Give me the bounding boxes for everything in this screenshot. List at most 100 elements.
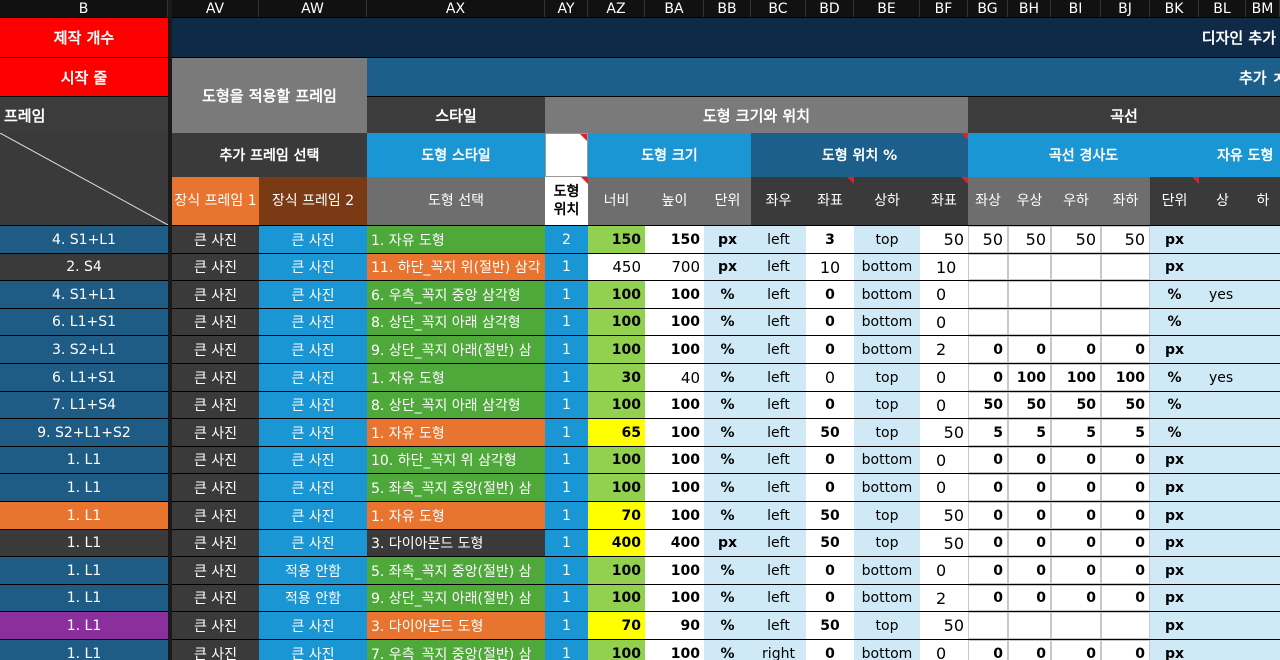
deco-frame-1-cell[interactable]: 큰 사진 <box>172 336 259 363</box>
tb-cell[interactable]: top <box>854 612 920 639</box>
column-header-AX[interactable]: AX <box>367 0 545 17</box>
deco-frame-2-cell[interactable]: 큰 사진 <box>259 640 367 660</box>
curve-tr-cell[interactable]: 0 <box>1008 336 1051 363</box>
shape-position-cell[interactable]: 1 <box>545 364 588 391</box>
curve-tl-cell[interactable]: 50 <box>968 226 1008 253</box>
up-cell[interactable] <box>1199 640 1246 660</box>
lr-coord-header[interactable]: 좌표 <box>806 177 854 225</box>
bottom-left-header[interactable]: 좌하 <box>1101 177 1150 225</box>
curve-unit-cell[interactable]: px <box>1150 447 1199 473</box>
tb-coord-cell[interactable]: 0 <box>920 281 968 308</box>
curve-unit-cell[interactable]: px <box>1150 502 1199 529</box>
curve-tl-cell[interactable]: 0 <box>968 585 1008 611</box>
down-cell[interactable] <box>1246 364 1280 391</box>
height-cell[interactable]: 100 <box>645 447 704 473</box>
column-header-AW[interactable]: AW <box>259 0 367 17</box>
curve-tl-cell[interactable]: 0 <box>968 336 1008 363</box>
curve-bl-cell[interactable]: 0 <box>1101 447 1150 473</box>
up-cell[interactable] <box>1199 419 1246 446</box>
curve-bl-cell[interactable]: 0 <box>1101 585 1150 611</box>
shape-position-cell[interactable]: 1 <box>545 392 588 418</box>
shape-select-cell[interactable]: 7. 우측_꼭지 중앙(절반) 삼 <box>367 640 545 660</box>
curve-tr-cell[interactable]: 100 <box>1008 364 1051 391</box>
column-header-BB[interactable]: BB <box>704 0 751 17</box>
top-left-header[interactable]: 좌상 <box>968 177 1008 225</box>
shape-position-cell[interactable]: 1 <box>545 309 588 335</box>
column-header-BH[interactable]: BH <box>1008 0 1051 17</box>
up-cell[interactable]: yes <box>1199 364 1246 391</box>
lr-cell[interactable]: left <box>751 254 806 280</box>
tb-cell[interactable]: top <box>854 226 920 253</box>
shape-select-cell[interactable]: 11. 하단_꼭지 위(절반) 삼각 <box>367 254 545 280</box>
unit-cell[interactable]: % <box>704 612 751 639</box>
unit-cell[interactable]: px <box>704 254 751 280</box>
shape-select-cell[interactable]: 8. 상단_꼭지 아래 삼각형 <box>367 392 545 418</box>
frame-cell[interactable]: 1. L1 <box>0 502 168 529</box>
curve-tr-cell[interactable]: 0 <box>1008 530 1051 556</box>
curve-bl-cell[interactable]: 5 <box>1101 419 1150 446</box>
frame-cell[interactable]: 1. L1 <box>0 557 168 584</box>
curve-br-cell[interactable]: 0 <box>1051 474 1101 501</box>
deco-frame-2-cell[interactable]: 큰 사진 <box>259 612 367 639</box>
curve-tr-cell[interactable] <box>1008 254 1051 280</box>
curve-tr-cell[interactable]: 0 <box>1008 447 1051 473</box>
tb-coord-cell[interactable]: 50 <box>920 612 968 639</box>
curve-br-cell[interactable]: 0 <box>1051 640 1101 660</box>
curve-tr-cell[interactable]: 0 <box>1008 474 1051 501</box>
column-header-BK[interactable]: BK <box>1150 0 1199 17</box>
curve-br-cell[interactable]: 5 <box>1051 419 1101 446</box>
start-row-label[interactable]: 시작 줄 <box>0 58 168 96</box>
curve-bl-cell[interactable]: 0 <box>1101 530 1150 556</box>
down-cell[interactable] <box>1246 281 1280 308</box>
curve-tr-cell[interactable] <box>1008 281 1051 308</box>
deco-frame-1-cell[interactable]: 큰 사진 <box>172 447 259 473</box>
curve-slope-header[interactable]: 곡선 경사도 <box>968 133 1199 177</box>
up-header[interactable]: 상 <box>1199 177 1246 225</box>
shape-size-header[interactable]: 도형 크기 <box>588 133 751 177</box>
shape-position-cell[interactable]: 1 <box>545 640 588 660</box>
curve-tl-cell[interactable]: 5 <box>968 419 1008 446</box>
unit-cell[interactable]: % <box>704 585 751 611</box>
frame-cell[interactable]: 4. S1+L1 <box>0 281 168 308</box>
curve-br-cell[interactable] <box>1051 281 1101 308</box>
width-cell[interactable]: 70 <box>588 502 645 529</box>
width-cell[interactable]: 65 <box>588 419 645 446</box>
deco-frame-1-cell[interactable]: 큰 사진 <box>172 557 259 584</box>
tb-cell[interactable]: top <box>854 392 920 418</box>
height-cell[interactable]: 100 <box>645 309 704 335</box>
unit-cell[interactable]: % <box>704 309 751 335</box>
curve-br-cell[interactable]: 0 <box>1051 585 1101 611</box>
shape-select-cell[interactable]: 3. 다이아몬드 도형 <box>367 530 545 556</box>
curve-tr-cell[interactable]: 5 <box>1008 419 1051 446</box>
lr-coord-cell[interactable]: 0 <box>806 392 854 418</box>
unit-cell[interactable]: % <box>704 281 751 308</box>
down-cell[interactable] <box>1246 474 1280 501</box>
width-header[interactable]: 너비 <box>588 177 645 225</box>
deco-frame-2-cell[interactable]: 큰 사진 <box>259 364 367 391</box>
curve-tl-cell[interactable] <box>968 254 1008 280</box>
column-header-B[interactable]: B <box>0 0 168 17</box>
height-cell[interactable]: 400 <box>645 530 704 556</box>
curve-br-cell[interactable]: 0 <box>1051 336 1101 363</box>
shape-select-cell[interactable]: 9. 상단_꼭지 아래(절반) 삼 <box>367 336 545 363</box>
lr-coord-cell[interactable]: 0 <box>806 309 854 335</box>
width-cell[interactable]: 450 <box>588 254 645 280</box>
height-cell[interactable]: 100 <box>645 392 704 418</box>
free-shape-header[interactable]: 자유 도형 <box>1199 133 1280 177</box>
curve-bl-cell[interactable] <box>1101 612 1150 639</box>
height-cell[interactable]: 100 <box>645 557 704 584</box>
apply-frame-header[interactable]: 도형을 적용할 프레임 <box>172 58 367 133</box>
shape-style-header[interactable]: 도형 스타일 <box>367 133 545 177</box>
curve-tl-cell[interactable]: 50 <box>968 392 1008 418</box>
width-cell[interactable]: 400 <box>588 530 645 556</box>
width-cell[interactable]: 100 <box>588 557 645 584</box>
down-cell[interactable] <box>1246 392 1280 418</box>
curve-tr-cell[interactable]: 50 <box>1008 392 1051 418</box>
unit-header[interactable]: 단위 <box>704 177 751 225</box>
tb-cell[interactable]: bottom <box>854 336 920 363</box>
width-cell[interactable]: 100 <box>588 392 645 418</box>
curve-bl-cell[interactable]: 100 <box>1101 364 1150 391</box>
curve-br-cell[interactable] <box>1051 612 1101 639</box>
tb-cell[interactable]: bottom <box>854 254 920 280</box>
frame-cell[interactable]: 6. L1+S1 <box>0 364 168 391</box>
